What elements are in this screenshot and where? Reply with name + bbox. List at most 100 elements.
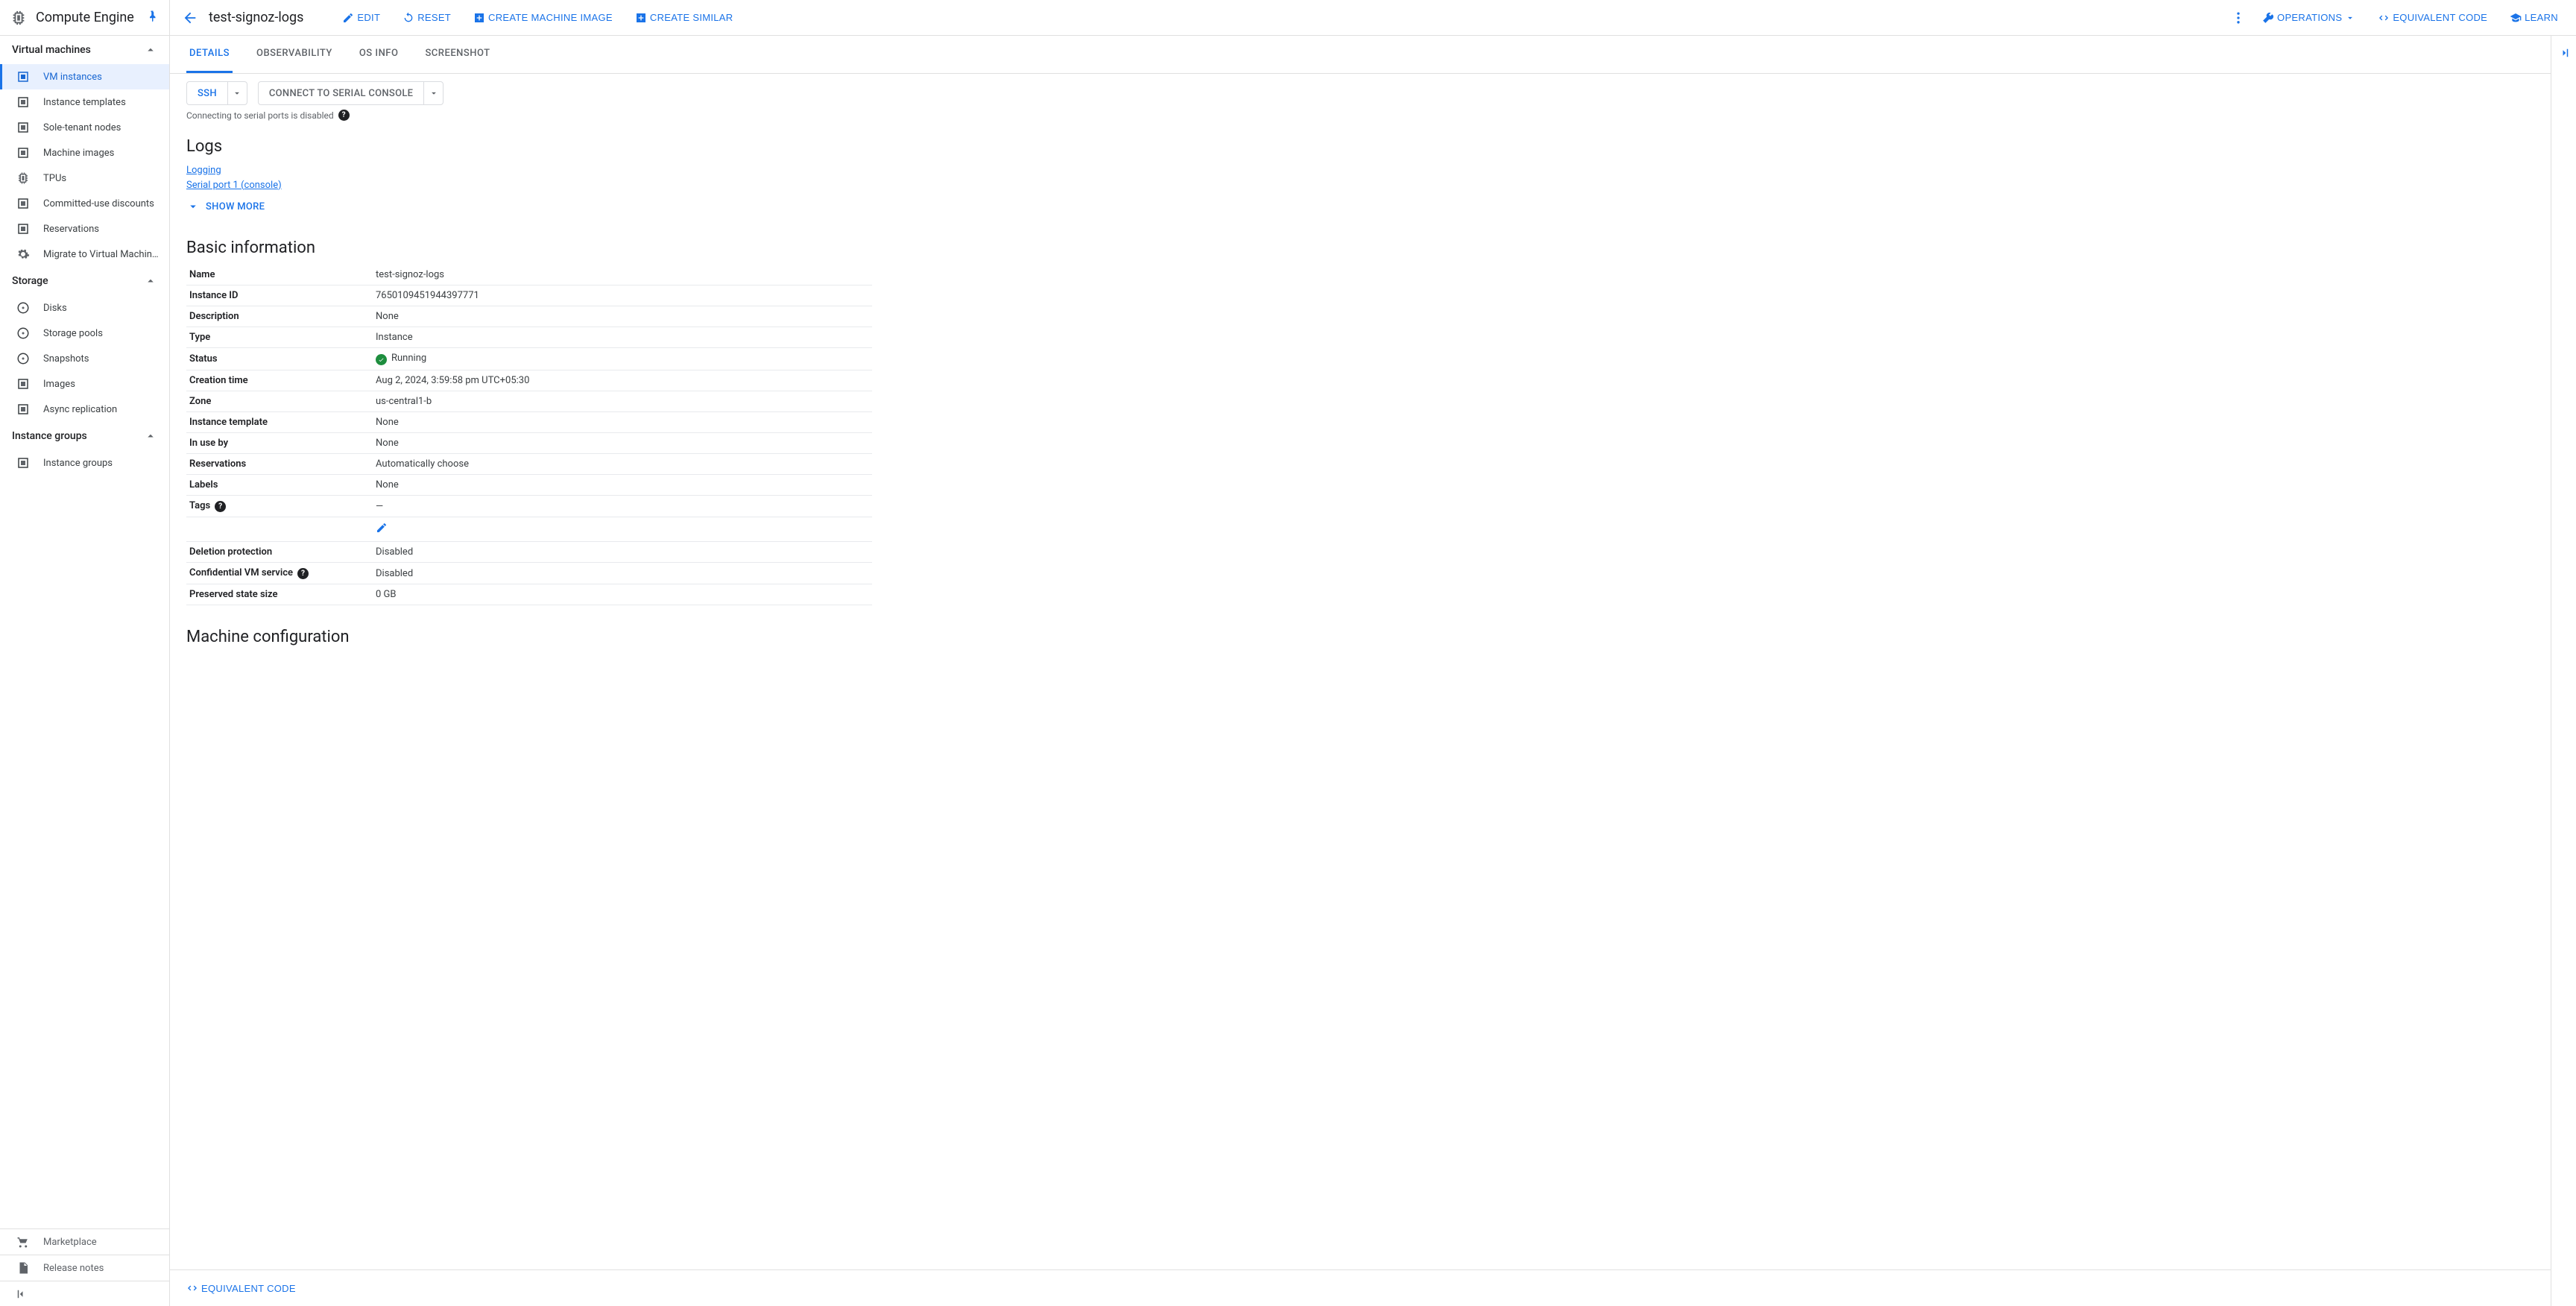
sidebar-nav: Virtual machines VM instances Instance t… bbox=[0, 36, 169, 1228]
nav-section-storage[interactable]: Storage bbox=[0, 267, 169, 295]
tab-details[interactable]: DETAILS bbox=[186, 36, 233, 73]
product-title: Compute Engine bbox=[36, 10, 134, 25]
logging-link[interactable]: Logging bbox=[186, 163, 2534, 178]
equivalent-code-button[interactable]: EQUIVALENT CODE bbox=[2372, 7, 2493, 28]
info-value: 0 GB bbox=[373, 584, 872, 605]
right-panel-toggle[interactable] bbox=[2551, 36, 2576, 1306]
button-label: LEARN bbox=[2525, 12, 2558, 23]
help-icon[interactable]: ? bbox=[297, 568, 309, 579]
nav-item-images[interactable]: Images bbox=[0, 371, 169, 397]
code-icon bbox=[2378, 12, 2390, 24]
chevron-down-icon bbox=[429, 88, 439, 98]
info-value: 7650109451944397771 bbox=[373, 286, 872, 306]
info-value: Aug 2, 2024, 3:59:58 pm UTC+05:30 bbox=[373, 370, 872, 391]
info-value: us-central1-b bbox=[373, 391, 872, 412]
serial-split-button: CONNECT TO SERIAL CONSOLE bbox=[258, 81, 443, 105]
info-key: Status bbox=[186, 348, 373, 370]
nav-item-label: Instance groups bbox=[43, 458, 113, 469]
info-key: In use by bbox=[186, 433, 373, 454]
replication-icon bbox=[16, 403, 30, 416]
nav-item-storage-pools[interactable]: Storage pools bbox=[0, 321, 169, 346]
more-actions-button[interactable] bbox=[2231, 10, 2246, 25]
table-row: Zoneus-central1-b bbox=[186, 391, 872, 412]
info-value: None bbox=[373, 433, 872, 454]
nav-item-machine-images[interactable]: Machine images bbox=[0, 140, 169, 165]
marketplace-icon bbox=[16, 1235, 30, 1249]
nav-item-label: Release notes bbox=[43, 1263, 104, 1274]
basic-info-table: Nametest-signoz-logsInstance ID765010945… bbox=[186, 265, 872, 605]
serial-console-button[interactable]: CONNECT TO SERIAL CONSOLE bbox=[259, 82, 423, 104]
table-row: Confidential VM service?Disabled bbox=[186, 563, 872, 584]
nav-item-reservations[interactable]: Reservations bbox=[0, 216, 169, 242]
collapse-right-icon bbox=[2557, 46, 2571, 60]
table-row: Creation timeAug 2, 2024, 3:59:58 pm UTC… bbox=[186, 370, 872, 391]
nav-item-disks[interactable]: Disks bbox=[0, 295, 169, 321]
info-value: None bbox=[373, 306, 872, 327]
nav-item-label: TPUs bbox=[43, 173, 66, 184]
create-similar-button[interactable]: CREATE SIMILAR bbox=[629, 7, 739, 28]
back-button[interactable] bbox=[182, 10, 198, 26]
help-icon[interactable]: ? bbox=[338, 110, 350, 121]
nav-item-async-replication[interactable]: Async replication bbox=[0, 397, 169, 422]
info-key: Reservations bbox=[186, 454, 373, 475]
nav-item-label: Disks bbox=[43, 303, 67, 314]
nav-item-snapshots[interactable]: Snapshots bbox=[0, 346, 169, 371]
group-icon bbox=[16, 456, 30, 470]
nav-item-tpus[interactable]: TPUs bbox=[0, 165, 169, 191]
nav-item-migrate[interactable]: Migrate to Virtual Machin… bbox=[0, 242, 169, 267]
button-label: SHOW MORE bbox=[206, 201, 265, 212]
nav-item-label: Marketplace bbox=[43, 1237, 97, 1248]
edit-tags-button[interactable] bbox=[376, 522, 388, 534]
plus-box-icon bbox=[473, 12, 485, 24]
ssh-button[interactable]: SSH bbox=[187, 82, 227, 104]
button-label: CREATE MACHINE IMAGE bbox=[488, 12, 613, 23]
chevron-down-icon bbox=[186, 200, 200, 213]
nav-item-instance-templates[interactable]: Instance templates bbox=[0, 89, 169, 115]
nav-section-label: Storage bbox=[12, 275, 48, 287]
info-key: Zone bbox=[186, 391, 373, 412]
tab-os-info[interactable]: OS INFO bbox=[356, 36, 402, 73]
edit-button[interactable]: EDIT bbox=[336, 7, 386, 28]
button-label: EQUIVALENT CODE bbox=[201, 1283, 296, 1294]
nav-item-release-notes[interactable]: Release notes bbox=[0, 1255, 169, 1281]
details-body: SSH CONNECT TO SERIAL CONSOLE bbox=[170, 74, 2551, 1269]
operations-button[interactable]: OPERATIONS bbox=[2256, 7, 2361, 28]
nav-item-marketplace[interactable]: Marketplace bbox=[0, 1229, 169, 1255]
pool-icon bbox=[16, 326, 30, 340]
nav-item-sole-tenant[interactable]: Sole-tenant nodes bbox=[0, 115, 169, 140]
serial-dropdown[interactable] bbox=[423, 82, 443, 104]
nav-item-instance-groups[interactable]: Instance groups bbox=[0, 450, 169, 476]
tab-screenshot[interactable]: SCREENSHOT bbox=[422, 36, 493, 73]
info-value: None bbox=[373, 412, 872, 433]
info-value: Disabled bbox=[373, 563, 872, 584]
compute-engine-icon bbox=[10, 10, 27, 26]
ssh-dropdown[interactable] bbox=[227, 82, 247, 104]
info-value bbox=[373, 517, 872, 542]
show-more-button[interactable]: SHOW MORE bbox=[186, 200, 265, 213]
pin-button[interactable] bbox=[145, 10, 159, 26]
info-key: Instance template bbox=[186, 412, 373, 433]
equivalent-code-bottom-button[interactable]: EQUIVALENT CODE bbox=[186, 1278, 302, 1299]
nav-item-committed-use[interactable]: Committed-use discounts bbox=[0, 191, 169, 216]
learn-button[interactable]: LEARN bbox=[2504, 7, 2564, 28]
plus-box-icon bbox=[635, 12, 647, 24]
logs-heading: Logs bbox=[186, 137, 2534, 156]
sidebar-collapse[interactable] bbox=[0, 1281, 169, 1306]
tab-observability[interactable]: OBSERVABILITY bbox=[253, 36, 335, 73]
sidebar: Compute Engine Virtual machines VM insta… bbox=[0, 0, 170, 1306]
info-key: Instance ID bbox=[186, 286, 373, 306]
note-text: Connecting to serial ports is disabled bbox=[186, 110, 334, 121]
button-label: EQUIVALENT CODE bbox=[2393, 12, 2487, 23]
nav-section-instance-groups[interactable]: Instance groups bbox=[0, 422, 169, 450]
button-label: EDIT bbox=[357, 12, 380, 23]
bottom-bar: EQUIVALENT CODE bbox=[170, 1269, 2551, 1306]
create-machine-image-button[interactable]: CREATE MACHINE IMAGE bbox=[467, 7, 619, 28]
nav-item-vm-instances[interactable]: VM instances bbox=[0, 64, 169, 89]
table-row: DescriptionNone bbox=[186, 306, 872, 327]
tpu-icon bbox=[16, 171, 30, 185]
basic-info-heading: Basic information bbox=[186, 239, 2534, 257]
help-icon[interactable]: ? bbox=[215, 501, 226, 512]
serial-port-log-link[interactable]: Serial port 1 (console) bbox=[186, 178, 2534, 193]
reset-button[interactable]: RESET bbox=[397, 7, 457, 28]
nav-section-virtual-machines[interactable]: Virtual machines bbox=[0, 36, 169, 64]
